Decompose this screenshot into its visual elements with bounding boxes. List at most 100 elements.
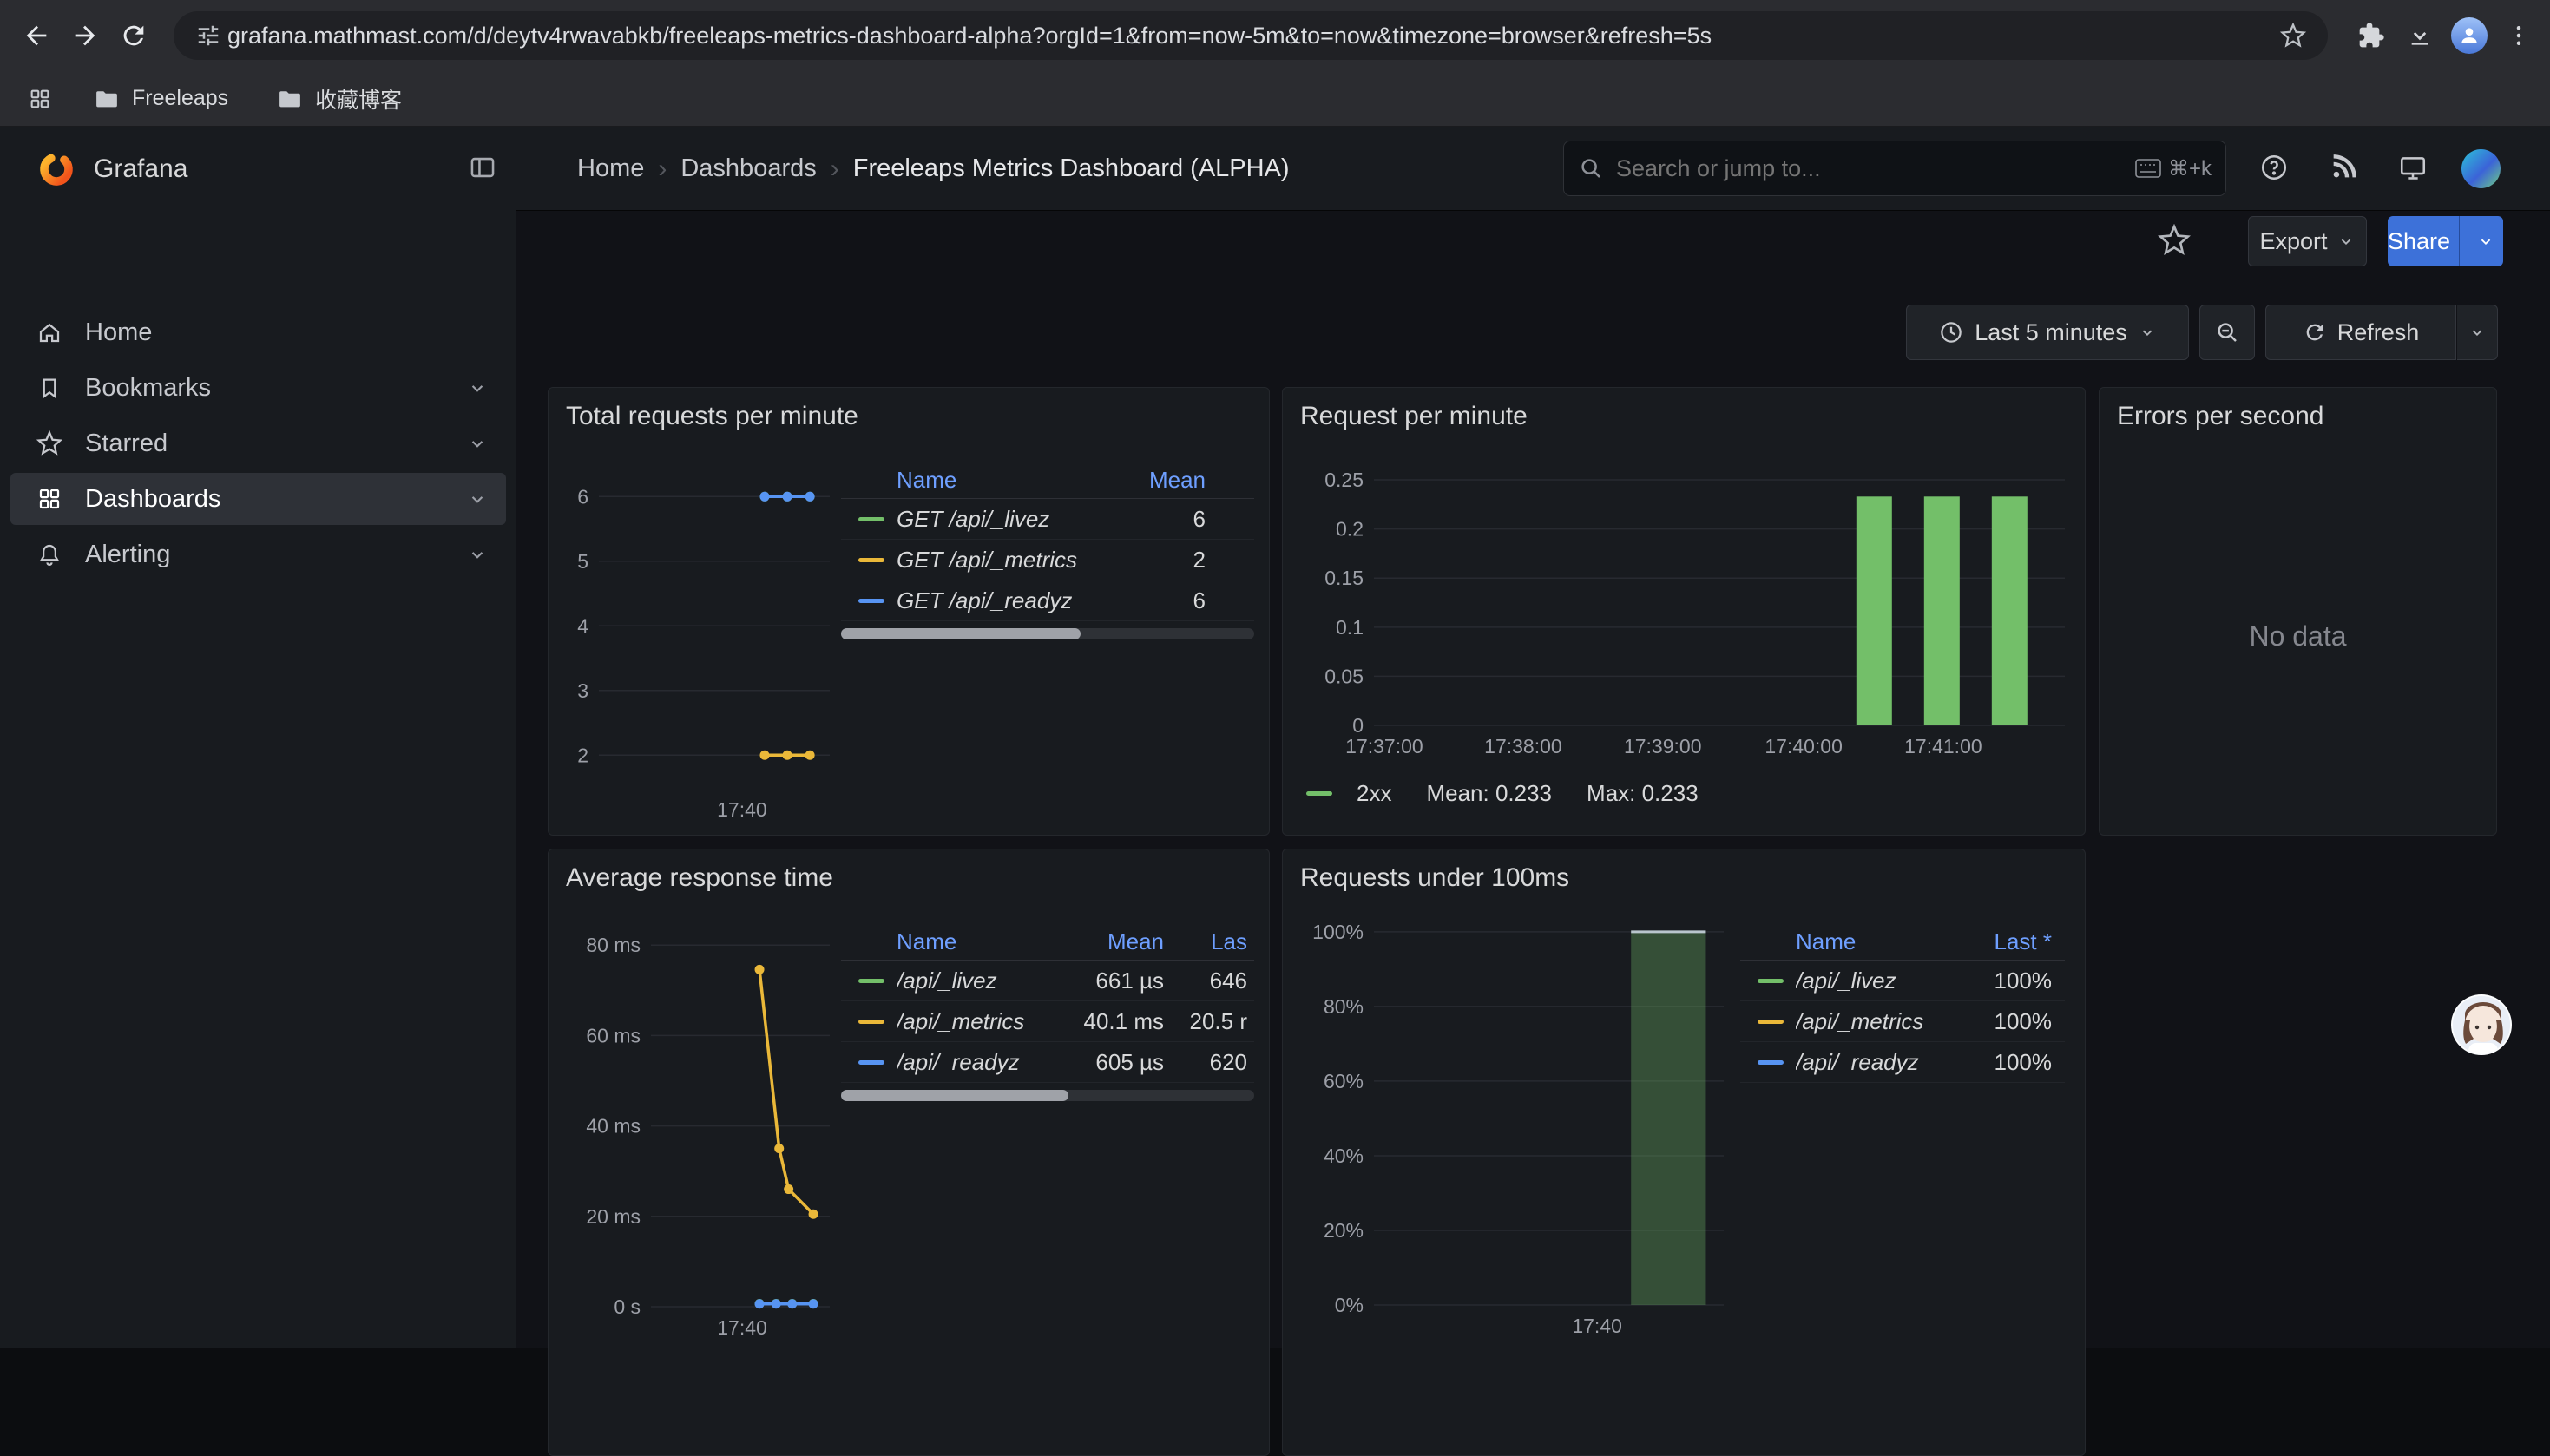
svg-text:17:39:00: 17:39:00 <box>1624 735 1702 758</box>
series-name[interactable]: /api/_metrics <box>897 1008 1034 1035</box>
svg-text:17:37:00: 17:37:00 <box>1345 735 1423 758</box>
col-header-name[interactable]: Name <box>1796 928 1956 955</box>
breadcrumb-dashboards[interactable]: Dashboards <box>680 154 816 183</box>
bookmark-label: 收藏博客 <box>315 83 402 115</box>
time-range-picker[interactable]: Last 5 minutes <box>1906 305 2189 360</box>
breadcrumb-separator: › <box>817 154 853 184</box>
legend-mean: Mean: 0.233 <box>1426 780 1552 807</box>
series-name[interactable]: /api/_livez <box>897 967 1034 994</box>
clock-icon <box>1938 319 1964 345</box>
series-name[interactable]: GET /api/_metrics <box>897 547 1122 574</box>
legend-row[interactable]: /api/_readyz100% <box>1740 1042 2065 1083</box>
svg-text:80%: 80% <box>1324 995 1364 1018</box>
url-bar[interactable]: grafana.mathmast.com/d/deytv4rwavabkb/fr… <box>174 11 2328 60</box>
series-name[interactable]: /api/_readyz <box>1796 1049 1956 1076</box>
browser-menu-icon[interactable] <box>2494 11 2543 60</box>
chart-legend[interactable]: 2xx Mean: 0.233 Max: 0.233 <box>1306 780 1699 807</box>
back-icon[interactable] <box>12 11 61 60</box>
svg-text:17:41:00: 17:41:00 <box>1904 735 1982 758</box>
chevron-down-icon[interactable] <box>466 488 489 510</box>
series-name[interactable]: /api/_readyz <box>897 1049 1034 1076</box>
help-icon[interactable] <box>2259 153 2289 182</box>
series-name[interactable]: 2xx <box>1357 780 1391 807</box>
site-settings-icon[interactable] <box>189 16 227 55</box>
series-value: 100% <box>1956 1008 2052 1035</box>
sidebar-item-starred[interactable]: Starred <box>10 417 506 469</box>
panel-title[interactable]: Errors per second <box>2117 402 2323 431</box>
col-header-name[interactable]: Name <box>897 928 1034 955</box>
refresh-button[interactable]: Refresh <box>2265 305 2456 360</box>
sidebar-item-alerting[interactable]: Alerting <box>10 528 506 580</box>
legend-header-row: NameMean <box>841 462 1254 499</box>
grafana-logo[interactable] <box>38 151 75 187</box>
panel-title[interactable]: Average response time <box>566 863 833 893</box>
chevron-down-icon <box>2468 323 2487 342</box>
panel-title[interactable]: Requests under 100ms <box>1300 863 1569 893</box>
series-value: 20.5 r <box>1164 1008 1247 1035</box>
assistant-avatar[interactable] <box>2451 994 2512 1055</box>
chevron-down-icon[interactable] <box>466 543 489 566</box>
series-name[interactable]: GET /api/_readyz <box>897 587 1122 614</box>
legend-row[interactable]: /api/_livez100% <box>1740 961 2065 1001</box>
panel-title[interactable]: Total requests per minute <box>566 402 858 431</box>
series-name[interactable]: GET /api/_livez <box>897 506 1122 533</box>
series-value: 661 µs <box>1034 967 1164 994</box>
export-button[interactable]: Export <box>2248 216 2367 266</box>
chevron-down-icon[interactable] <box>466 432 489 455</box>
svg-text:0.25: 0.25 <box>1324 469 1364 491</box>
monitor-icon[interactable] <box>2398 153 2428 182</box>
legend-row[interactable]: GET /api/_readyz6 <box>841 580 1254 621</box>
col-header[interactable]: Mean <box>1122 467 1206 494</box>
search-box[interactable]: ⌘+k <box>1563 141 2226 196</box>
legend-row[interactable]: GET /api/_metrics2 <box>841 540 1254 580</box>
legend-row[interactable]: /api/_livez661 µs646 <box>841 961 1254 1001</box>
sidebar-item-dashboards[interactable]: Dashboards <box>10 473 506 525</box>
chevron-down-icon[interactable] <box>466 377 489 399</box>
browser-profile-avatar[interactable] <box>2451 17 2488 54</box>
downloads-icon[interactable] <box>2396 11 2444 60</box>
svg-text:0.2: 0.2 <box>1336 518 1364 541</box>
svg-text:60 ms: 60 ms <box>586 1024 641 1046</box>
col-header[interactable]: Last * <box>1956 928 2052 955</box>
series-name[interactable]: /api/_livez <box>1796 967 1956 994</box>
zoom-out-button[interactable] <box>2199 305 2255 360</box>
svg-text:17:38:00: 17:38:00 <box>1484 735 1562 758</box>
search-input[interactable] <box>1616 155 2135 182</box>
sidebar-item-bookmarks[interactable]: Bookmarks <box>10 362 506 414</box>
svg-text:6: 6 <box>577 485 588 508</box>
series-color-swatch <box>858 1060 884 1065</box>
panel-title[interactable]: Request per minute <box>1300 402 1528 431</box>
scrollbar-thumb[interactable] <box>841 628 1081 639</box>
user-avatar[interactable] <box>2461 149 2501 188</box>
sidebar-item-home[interactable]: Home <box>10 306 506 358</box>
rss-icon[interactable] <box>2329 153 2358 182</box>
legend-row[interactable]: /api/_metrics40.1 ms20.5 r <box>841 1001 1254 1042</box>
svg-text:0 s: 0 s <box>614 1295 641 1318</box>
bookmark-star-icon[interactable] <box>2274 16 2312 55</box>
forward-icon[interactable] <box>61 11 109 60</box>
sidebar-toggle-icon[interactable] <box>468 153 497 182</box>
col-header[interactable]: Las <box>1164 928 1247 955</box>
col-header-name[interactable]: Name <box>897 467 1122 494</box>
refresh-interval-dropdown[interactable] <box>2457 305 2498 360</box>
legend-row[interactable]: /api/_readyz605 µs620 <box>841 1042 1254 1083</box>
favorite-star-icon[interactable] <box>2158 224 2191 257</box>
bookmark-item[interactable]: Freeleaps <box>94 86 228 112</box>
time-range-label: Last 5 minutes <box>1975 319 2127 346</box>
bookmark-item[interactable]: 收藏博客 <box>277 83 402 115</box>
apps-grid-icon[interactable] <box>21 80 59 118</box>
svg-text:17:40: 17:40 <box>1572 1315 1622 1337</box>
share-label[interactable]: Share <box>2388 216 2450 266</box>
reload-icon[interactable] <box>109 11 158 60</box>
share-dropdown-chevron[interactable] <box>2468 216 2503 266</box>
horizontal-scrollbar[interactable] <box>841 1090 1254 1101</box>
col-header[interactable]: Mean <box>1034 928 1164 955</box>
legend-row[interactable]: /api/_metrics100% <box>1740 1001 2065 1042</box>
horizontal-scrollbar[interactable] <box>841 628 1254 639</box>
extensions-icon[interactable] <box>2347 11 2396 60</box>
legend-row[interactable]: GET /api/_livez6 <box>841 499 1254 540</box>
breadcrumb-home[interactable]: Home <box>577 154 644 183</box>
scrollbar-thumb[interactable] <box>841 1090 1068 1101</box>
series-name[interactable]: /api/_metrics <box>1796 1008 1956 1035</box>
share-button[interactable]: Share <box>2388 216 2503 266</box>
